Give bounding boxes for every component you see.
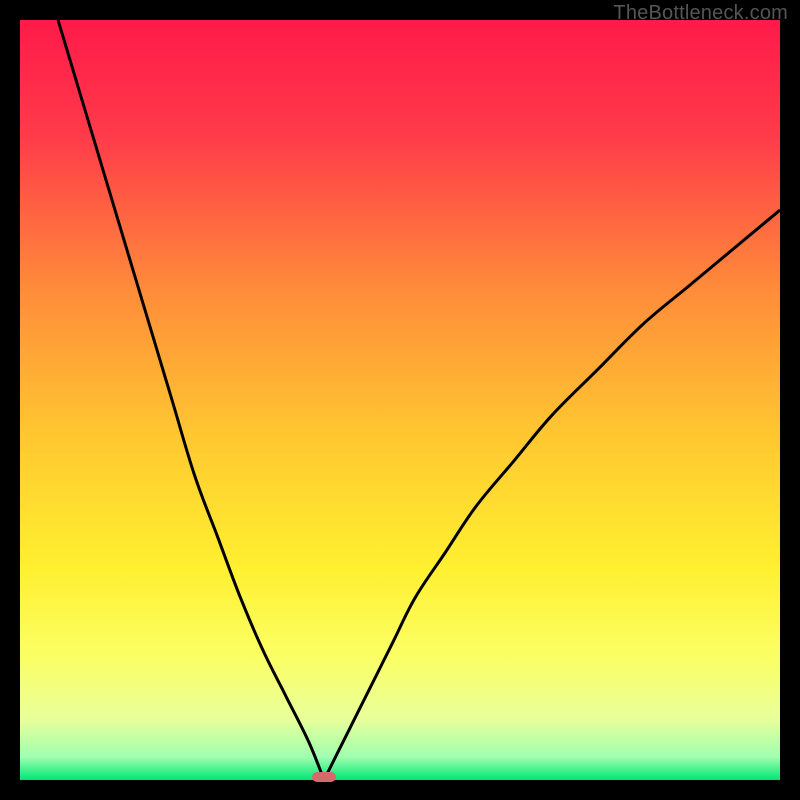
- curve-layer: [20, 20, 780, 780]
- plot-area: [20, 20, 780, 780]
- minimum-marker: [312, 772, 336, 782]
- chart-frame: TheBottleneck.com: [0, 0, 800, 800]
- curve-right-branch: [324, 210, 780, 780]
- curve-left-branch: [58, 20, 324, 780]
